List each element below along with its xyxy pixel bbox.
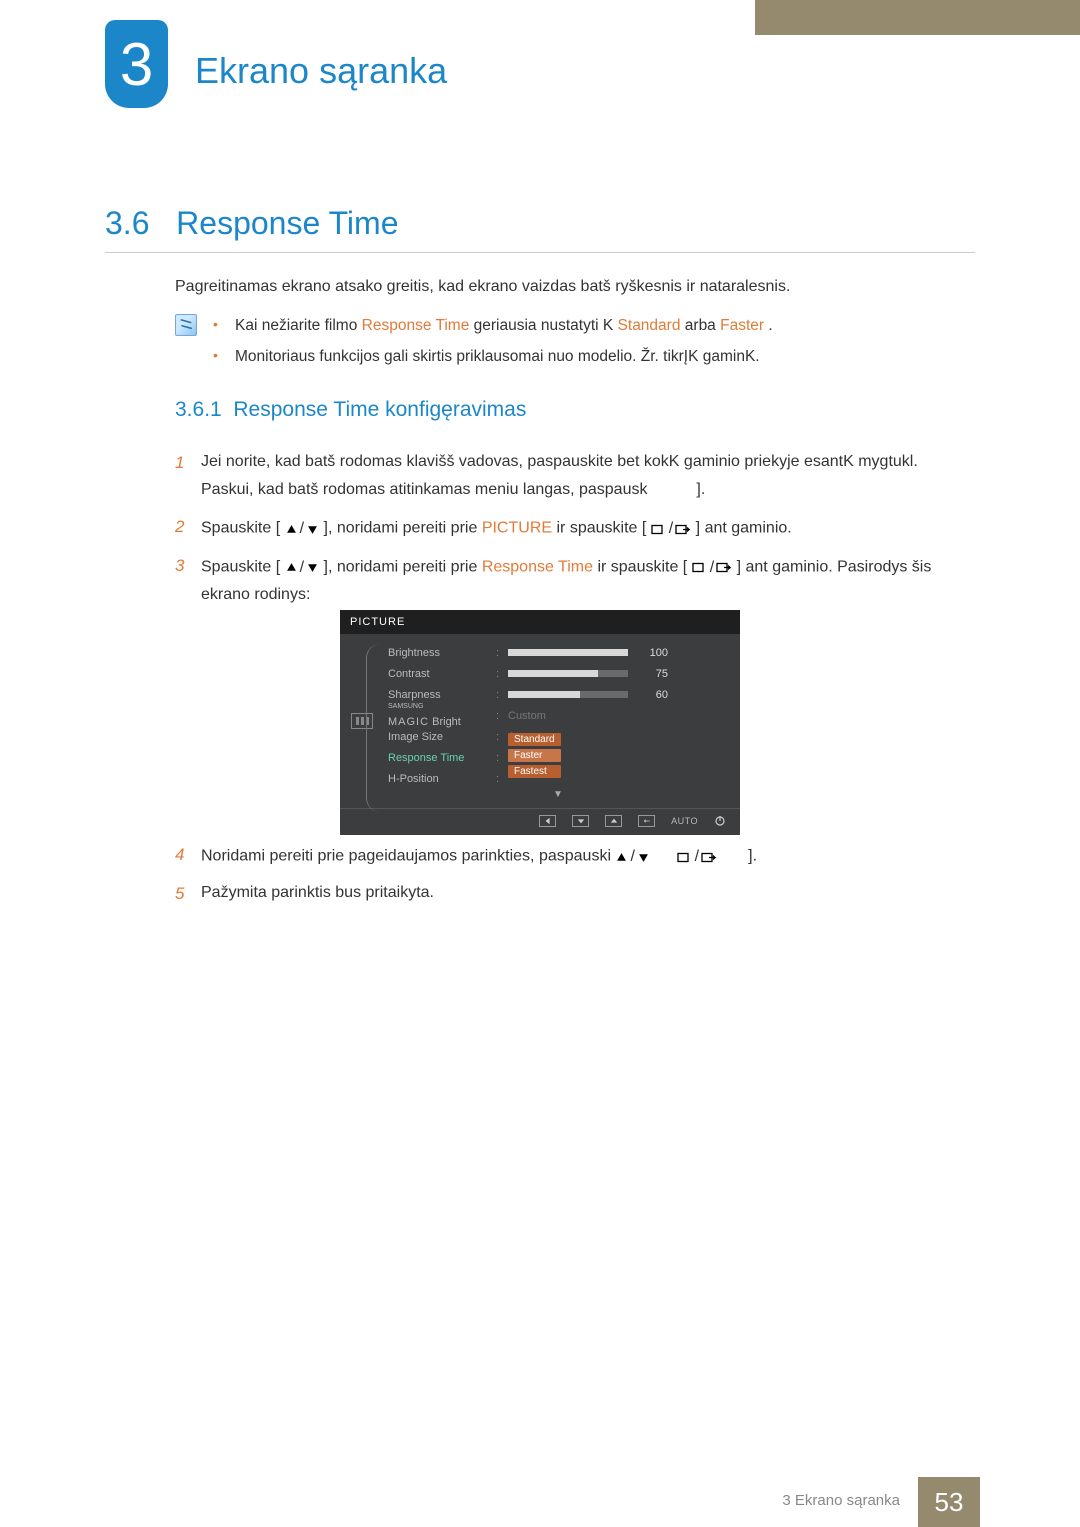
section-heading: 3.6 Response Time — [105, 205, 398, 242]
page-number-badge: 53 — [918, 1477, 980, 1527]
step-4: 4 Noridami pereiti prie pageidaujamos pa… — [175, 840, 975, 871]
osd-category-icon — [340, 634, 384, 808]
page-number: 53 — [935, 1487, 964, 1518]
osd-auto-label: AUTO — [671, 816, 698, 826]
osd-option: Fastest — [508, 765, 561, 778]
osd-panel: PICTURE Brightness : 100 Contrast : 75 S… — [340, 610, 740, 835]
up-down-icon: / — [615, 843, 649, 871]
step-5: 5 Pažymita parinktis bus pritaikyta. — [175, 879, 975, 909]
step-number: 2 — [175, 512, 201, 543]
header-accent-bar — [755, 0, 1080, 35]
osd-row-brightness: Brightness : 100 — [388, 642, 728, 663]
up-down-icon: / — [285, 554, 319, 582]
osd-more-indicator: ▼ — [388, 789, 728, 800]
note-box: Kai nežiarite filmo Response Time geriau… — [175, 310, 975, 372]
step-number: 5 — [175, 879, 201, 909]
osd-power-icon — [714, 815, 726, 827]
section-underline — [105, 252, 975, 253]
note-icon — [175, 314, 197, 336]
osd-title: PICTURE — [340, 610, 740, 634]
osd-footer: AUTO — [340, 808, 740, 829]
osd-up-icon — [605, 815, 622, 827]
up-down-icon: / — [285, 515, 319, 543]
osd-row-response-time: Response Time : Standard Faster Fastest — [388, 747, 728, 768]
section-number: 3.6 — [105, 205, 149, 241]
step-number: 3 — [175, 551, 201, 610]
osd-back-icon — [539, 815, 556, 827]
osd-row-magic-bright: SAMSUNG MAGIC Bright : Custom — [388, 705, 728, 726]
subsection-heading: 3.6.1 Response Time konfigęravimas — [175, 398, 526, 422]
return-icon: / — [651, 515, 691, 543]
footer-chapter-ref: 3 Ekrano sąranka — [782, 1492, 900, 1509]
osd-option: Faster — [508, 749, 561, 762]
chapter-title: Ekrano sąranka — [195, 50, 447, 92]
section-intro: Pagreitinamas ekrano atsako greitis, kad… — [175, 278, 975, 296]
osd-row-contrast: Contrast : 75 — [388, 663, 728, 684]
step-number: 1 — [175, 448, 201, 504]
osd-down-icon — [572, 815, 589, 827]
step-number: 4 — [175, 840, 201, 871]
step-1: 1 Jei norite, kad batš rodomas klavišš v… — [175, 448, 975, 504]
osd-row-sharpness: Sharpness : 60 — [388, 684, 728, 705]
step-2: 2 Spauskite [ / ], noridami pereiti prie… — [175, 512, 975, 543]
return-icon: / — [677, 843, 717, 871]
step-3: 3 Spauskite [ / ], noridami pereiti prie… — [175, 551, 975, 610]
chapter-number-badge: 3 — [105, 20, 168, 108]
return-icon: / — [692, 554, 732, 582]
section-title: Response Time — [176, 205, 398, 241]
osd-enter-icon — [638, 815, 655, 827]
note-item: Monitoriaus funkcijos gali skirtis prikl… — [235, 341, 975, 372]
chapter-number: 3 — [120, 30, 153, 99]
osd-option: Standard — [508, 733, 561, 746]
note-item: Kai nežiarite filmo Response Time geriau… — [235, 310, 975, 341]
